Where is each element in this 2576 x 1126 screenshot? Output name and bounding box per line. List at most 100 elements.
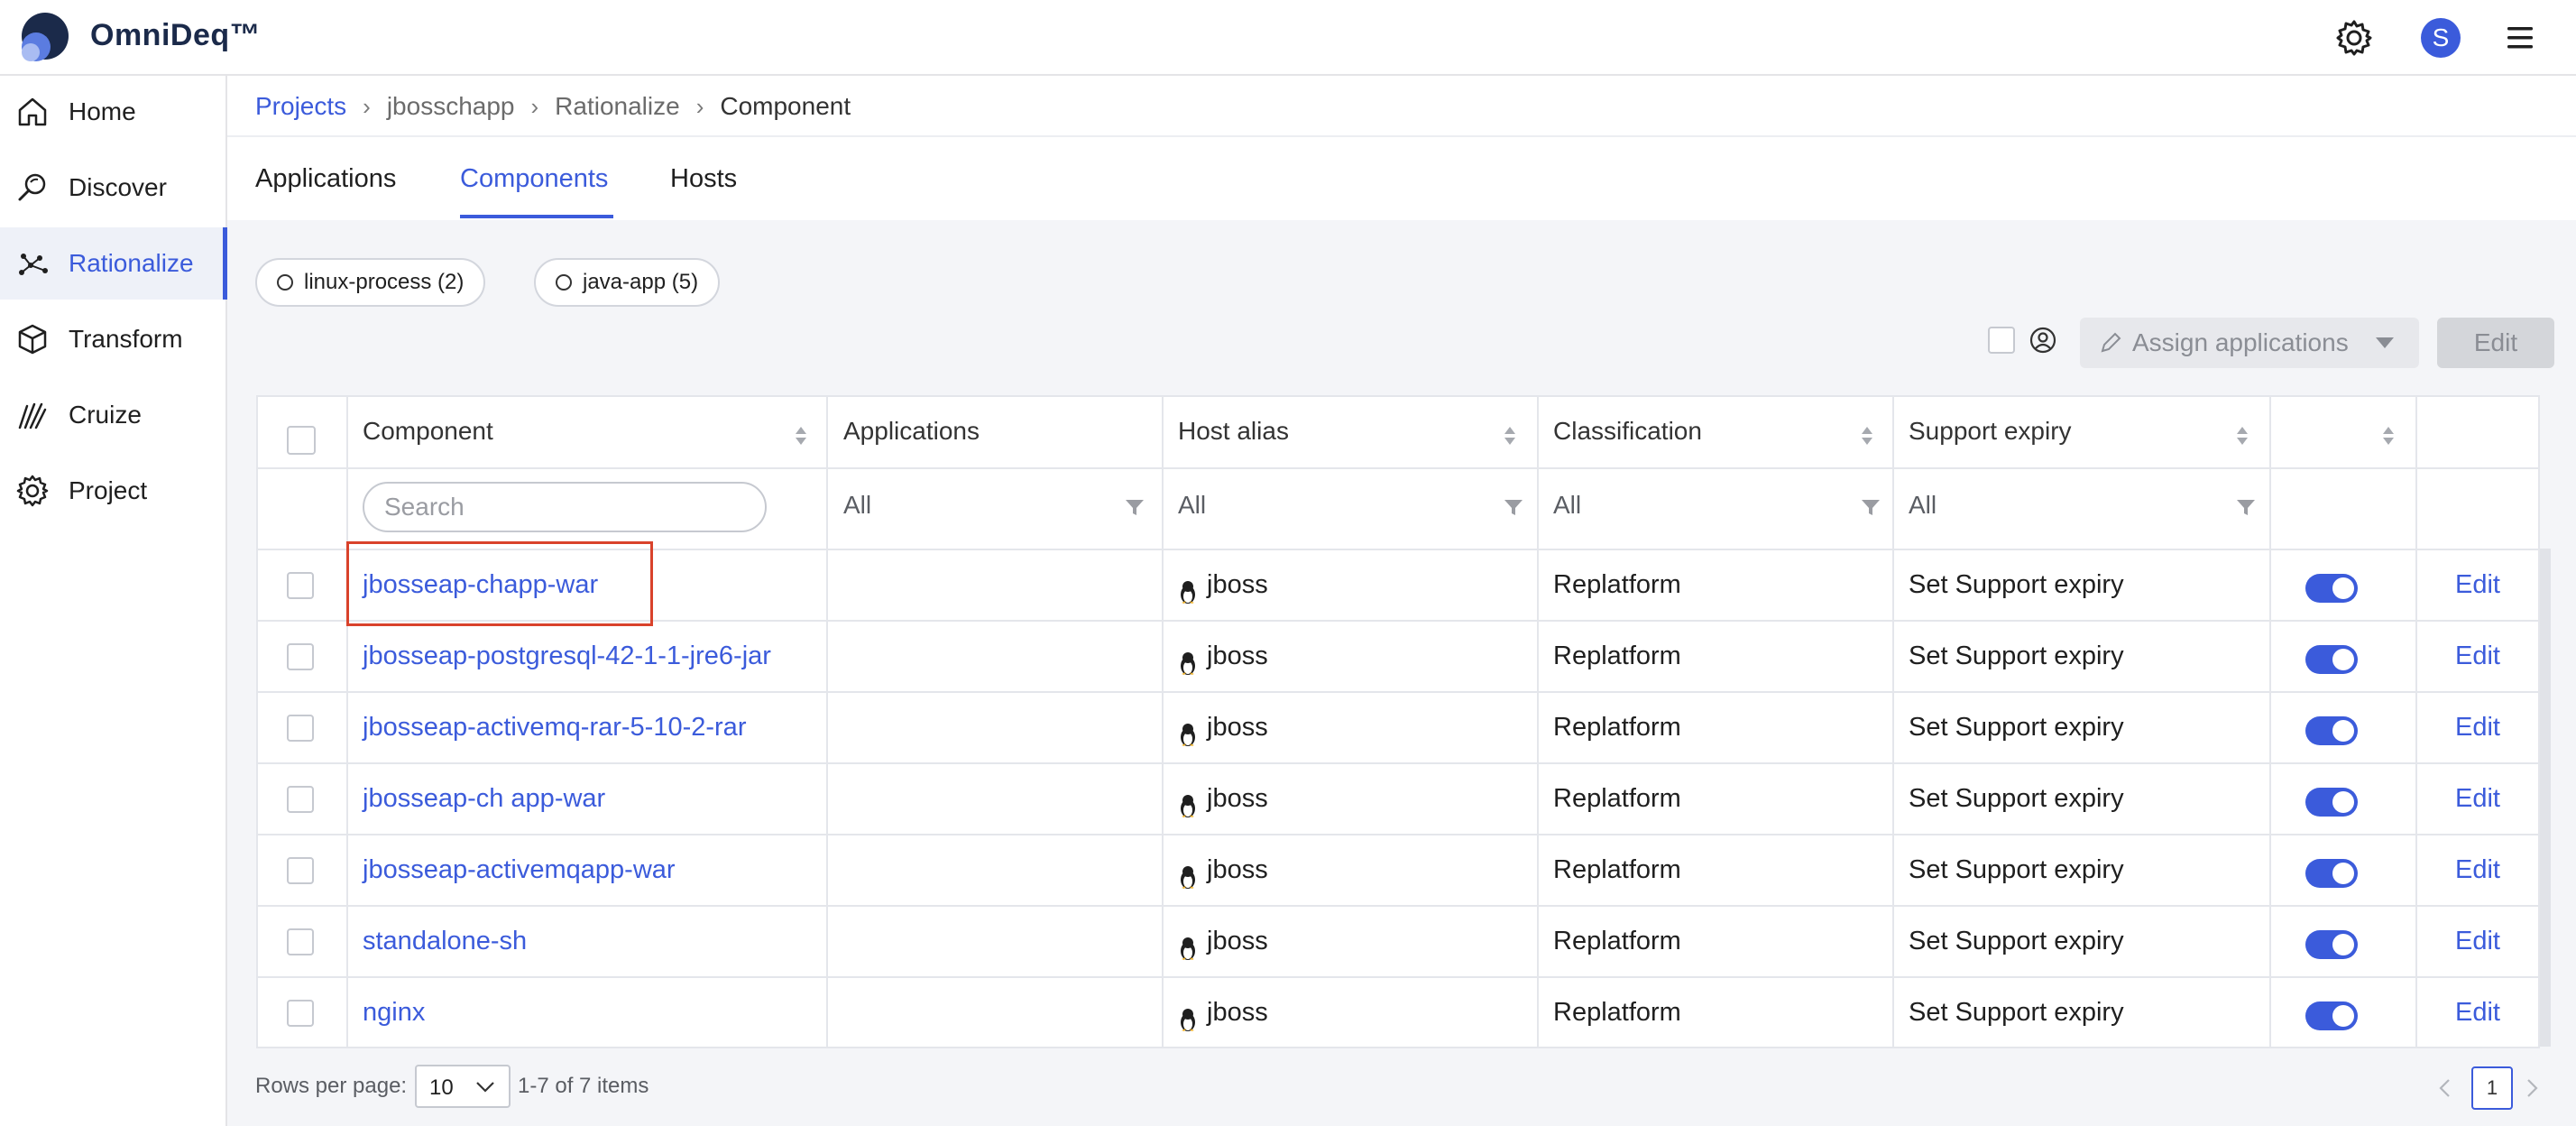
support-expiry[interactable]: Set Support expiry bbox=[1909, 713, 2124, 743]
column-header-support-expiry[interactable]: Support expiry bbox=[1909, 417, 2072, 446]
filter-icon[interactable] bbox=[1503, 496, 1524, 518]
user-avatar[interactable]: S bbox=[2421, 18, 2461, 58]
user-circle-icon[interactable] bbox=[2028, 325, 2058, 355]
tab-applications[interactable]: Applications bbox=[255, 164, 396, 194]
enable-toggle[interactable] bbox=[2305, 788, 2358, 817]
filter-chip-java-app[interactable]: java-app (5) bbox=[534, 258, 721, 307]
filter-icon[interactable] bbox=[1124, 496, 1145, 518]
column-header-classification[interactable]: Classification bbox=[1553, 417, 1702, 446]
host-alias-filter[interactable]: All bbox=[1178, 491, 1206, 520]
app-name: OmniDeq™ bbox=[90, 18, 262, 52]
component-link[interactable]: standalone-sh bbox=[363, 927, 527, 956]
enable-toggle[interactable] bbox=[2305, 645, 2358, 674]
rows-per-page-select[interactable]: 10 bbox=[415, 1065, 511, 1108]
assign-applications-button[interactable]: Assign applications bbox=[2080, 318, 2419, 368]
row-checkbox[interactable] bbox=[287, 857, 314, 884]
component-search-input[interactable] bbox=[363, 482, 767, 532]
host-alias: jboss bbox=[1207, 855, 1268, 884]
sidebar-item-cruize[interactable]: Cruize bbox=[0, 379, 227, 451]
row-checkbox[interactable] bbox=[287, 786, 314, 813]
edit-link[interactable]: Edit bbox=[2455, 641, 2500, 671]
support-expiry[interactable]: Set Support expiry bbox=[1909, 641, 2124, 671]
chevron-down-icon bbox=[476, 1082, 494, 1093]
sort-icon[interactable] bbox=[794, 424, 808, 448]
sidebar-item-project[interactable]: Project bbox=[0, 455, 227, 527]
enable-toggle[interactable] bbox=[2305, 859, 2358, 888]
enable-toggle[interactable] bbox=[2305, 1001, 2358, 1030]
sort-icon[interactable] bbox=[1860, 424, 1874, 448]
support-expiry[interactable]: Set Support expiry bbox=[1909, 855, 2124, 885]
breadcrumb: Projects › jbosschapp › Rationalize › Co… bbox=[255, 88, 851, 125]
filter-icon[interactable] bbox=[2235, 496, 2257, 518]
enable-toggle[interactable] bbox=[2305, 574, 2358, 603]
table-row: jbosseap-postgresql-42-1-1-jre6-jar jbos… bbox=[258, 622, 2538, 693]
edit-button[interactable]: Edit bbox=[2437, 318, 2554, 368]
rationalize-icon bbox=[19, 254, 48, 275]
edit-link[interactable]: Edit bbox=[2455, 713, 2500, 743]
classification: Replatform bbox=[1553, 927, 1681, 955]
tab-components[interactable]: Components bbox=[460, 164, 608, 194]
gear-icon[interactable] bbox=[2334, 18, 2374, 58]
component-link[interactable]: jbosseap-postgresql-42-1-1-jre6-jar bbox=[363, 641, 771, 671]
row-checkbox[interactable] bbox=[287, 928, 314, 955]
support-expiry[interactable]: Set Support expiry bbox=[1909, 998, 2124, 1028]
component-link[interactable]: jbosseap-activemqapp-war bbox=[363, 855, 676, 885]
enable-toggle[interactable] bbox=[2305, 716, 2358, 745]
column-header-component[interactable]: Component bbox=[363, 417, 493, 446]
edit-link[interactable]: Edit bbox=[2455, 570, 2500, 600]
linux-icon bbox=[1181, 937, 1195, 960]
linux-icon bbox=[1181, 1009, 1195, 1031]
sidebar-item-transform[interactable]: Transform bbox=[0, 303, 227, 375]
component-link[interactable]: jbosseap-ch app-war bbox=[363, 784, 605, 814]
edit-link[interactable]: Edit bbox=[2455, 927, 2500, 956]
filter-icon[interactable] bbox=[1860, 496, 1881, 518]
tab-hosts[interactable]: Hosts bbox=[670, 164, 737, 194]
enable-toggle[interactable] bbox=[2305, 930, 2358, 959]
select-all-checkbox[interactable] bbox=[287, 426, 316, 455]
host-alias: jboss bbox=[1207, 998, 1268, 1027]
classification-filter[interactable]: All bbox=[1553, 491, 1581, 520]
rows-per-page-label: Rows per page: bbox=[255, 1074, 408, 1098]
sidebar-item-discover[interactable]: Discover bbox=[0, 152, 227, 224]
filter-chip-linux-process[interactable]: linux-process (2) bbox=[255, 258, 486, 307]
sidebar-item-label: Cruize bbox=[69, 401, 142, 429]
row-checkbox[interactable] bbox=[287, 572, 314, 599]
assign-applications-label: Assign applications bbox=[2132, 328, 2349, 356]
sidebar-item-rationalize[interactable]: Rationalize bbox=[0, 227, 227, 300]
pencil-icon bbox=[2101, 332, 2121, 353]
column-divider bbox=[1162, 397, 1164, 1047]
applications-filter[interactable]: All bbox=[843, 491, 871, 520]
table-scrollbar[interactable] bbox=[2540, 549, 2551, 1047]
page-button[interactable]: 1 bbox=[2471, 1066, 2513, 1110]
row-checkbox[interactable] bbox=[287, 1000, 314, 1027]
classification: Replatform bbox=[1553, 641, 1681, 670]
breadcrumb-projects[interactable]: Projects bbox=[255, 92, 346, 121]
row-checkbox[interactable] bbox=[287, 643, 314, 670]
sort-icon[interactable] bbox=[2381, 424, 2396, 448]
host-alias: jboss bbox=[1207, 641, 1268, 670]
row-checkbox[interactable] bbox=[287, 715, 314, 742]
chevron-left-icon[interactable] bbox=[2435, 1075, 2453, 1101]
chevron-right-icon[interactable] bbox=[2524, 1075, 2542, 1101]
edit-link[interactable]: Edit bbox=[2455, 855, 2500, 885]
support-expiry[interactable]: Set Support expiry bbox=[1909, 927, 2124, 956]
sidebar-item-label: Transform bbox=[69, 325, 183, 353]
component-link[interactable]: nginx bbox=[363, 998, 425, 1028]
classification: Replatform bbox=[1553, 784, 1681, 813]
linux-icon bbox=[1181, 866, 1195, 889]
column-header-host-alias[interactable]: Host alias bbox=[1178, 417, 1289, 446]
edit-link[interactable]: Edit bbox=[2455, 998, 2500, 1028]
support-expiry-filter[interactable]: All bbox=[1909, 491, 1937, 520]
edit-link[interactable]: Edit bbox=[2455, 784, 2500, 814]
select-checkbox[interactable] bbox=[1988, 327, 2015, 354]
support-expiry[interactable]: Set Support expiry bbox=[1909, 570, 2124, 600]
omnideq-logo[interactable] bbox=[16, 11, 70, 65]
component-link[interactable]: jbosseap-activemq-rar-5-10-2-rar bbox=[363, 713, 746, 743]
sort-icon[interactable] bbox=[1503, 424, 1517, 448]
sort-icon[interactable] bbox=[2235, 424, 2249, 448]
support-expiry[interactable]: Set Support expiry bbox=[1909, 784, 2124, 814]
active-tab-indicator bbox=[460, 215, 613, 218]
menu-icon[interactable] bbox=[2500, 18, 2540, 58]
sidebar-item-label: Rationalize bbox=[69, 249, 194, 277]
sidebar-item-home[interactable]: Home bbox=[0, 76, 227, 148]
